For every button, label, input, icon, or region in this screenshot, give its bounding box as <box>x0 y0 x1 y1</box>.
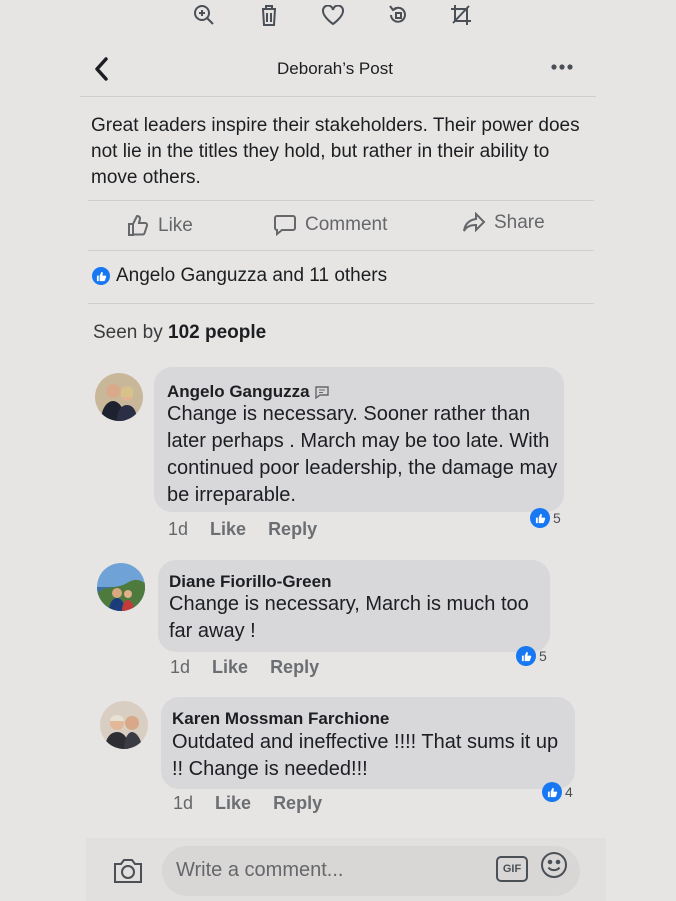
camera-icon <box>114 859 142 883</box>
chevron-left-icon <box>95 57 108 81</box>
share-label: Share <box>494 212 545 233</box>
thumbs-up-icon <box>128 214 149 236</box>
comment-reactions[interactable]: 5 <box>516 646 547 666</box>
divider <box>80 96 596 97</box>
comment-input-placeholder: Write a comment... <box>176 859 344 881</box>
emoji-icon <box>541 852 567 878</box>
comment-author[interactable]: Angelo Ganguzza <box>167 382 330 402</box>
avatar[interactable] <box>100 701 148 749</box>
comment-like-button[interactable]: Like <box>215 793 251 814</box>
divider <box>88 200 594 201</box>
reactions-summary-text: Angelo Ganguzza and 11 others <box>116 265 388 286</box>
gif-button[interactable]: GIF <box>496 856 528 882</box>
comment-icon <box>274 215 296 237</box>
trash-icon[interactable] <box>256 2 282 28</box>
divider <box>88 250 594 251</box>
crop-icon[interactable] <box>448 2 474 28</box>
emoji-button[interactable] <box>540 851 568 879</box>
rotate-icon[interactable] <box>385 2 411 28</box>
photo-toolbar <box>0 0 676 34</box>
more-options-button[interactable] <box>548 55 576 75</box>
like-reaction-icon <box>542 782 562 802</box>
comment-like-button[interactable]: Like <box>212 657 248 678</box>
divider <box>88 303 594 304</box>
comment-text: Outdated and ineffective !!!! That sums … <box>172 731 559 780</box>
seen-by[interactable]: Seen by 102 people <box>93 322 266 344</box>
camera-button[interactable] <box>112 857 144 885</box>
comment-meta: 1d Like Reply <box>170 657 319 678</box>
message-icon <box>315 385 330 399</box>
comment-meta: 1d Like Reply <box>168 519 317 540</box>
like-reaction-icon <box>516 646 536 666</box>
comment-reactions[interactable]: 4 <box>542 782 573 802</box>
comment-time[interactable]: 1d <box>173 793 193 814</box>
page-title: Deborah’s Post <box>277 59 393 78</box>
comment-meta: 1d Like Reply <box>173 793 322 814</box>
seen-by-prefix: Seen by <box>93 322 163 343</box>
comment-like-button[interactable]: Like <box>210 519 246 540</box>
share-icon <box>463 211 486 233</box>
like-button[interactable]: Like <box>126 214 193 238</box>
comment-label: Comment <box>305 214 388 235</box>
comment-reply-button[interactable]: Reply <box>270 657 319 678</box>
comment-reactions[interactable]: 5 <box>530 508 561 528</box>
share-button[interactable]: Share <box>462 211 545 235</box>
comment-reply-button[interactable]: Reply <box>268 519 317 540</box>
comment-time[interactable]: 1d <box>170 657 190 678</box>
comment-text: Change is necessary. Sooner rather than … <box>167 403 558 506</box>
more-dots-icon <box>551 64 573 70</box>
comment-reply-button[interactable]: Reply <box>273 793 322 814</box>
like-label: Like <box>158 215 193 236</box>
like-reaction-icon <box>530 508 550 528</box>
comment-text: Change is necessary, March is much too f… <box>169 593 529 642</box>
back-button[interactable] <box>92 55 118 85</box>
like-reaction-icon <box>92 267 110 285</box>
zoom-icon[interactable] <box>191 2 217 28</box>
avatar[interactable] <box>95 373 143 421</box>
comment-button[interactable]: Comment <box>273 213 387 237</box>
post-text: Great leaders inspire their stakeholders… <box>91 115 580 188</box>
reactions-summary[interactable]: Angelo Ganguzza and 11 others <box>92 265 387 287</box>
comment-author[interactable]: Diane Fiorillo-Green <box>169 572 331 592</box>
heart-icon[interactable] <box>320 2 346 28</box>
comment-author[interactable]: Karen Mossman Farchione <box>172 709 389 729</box>
comment-time[interactable]: 1d <box>168 519 188 540</box>
seen-by-count: 102 people <box>168 322 267 343</box>
avatar[interactable] <box>97 563 145 611</box>
